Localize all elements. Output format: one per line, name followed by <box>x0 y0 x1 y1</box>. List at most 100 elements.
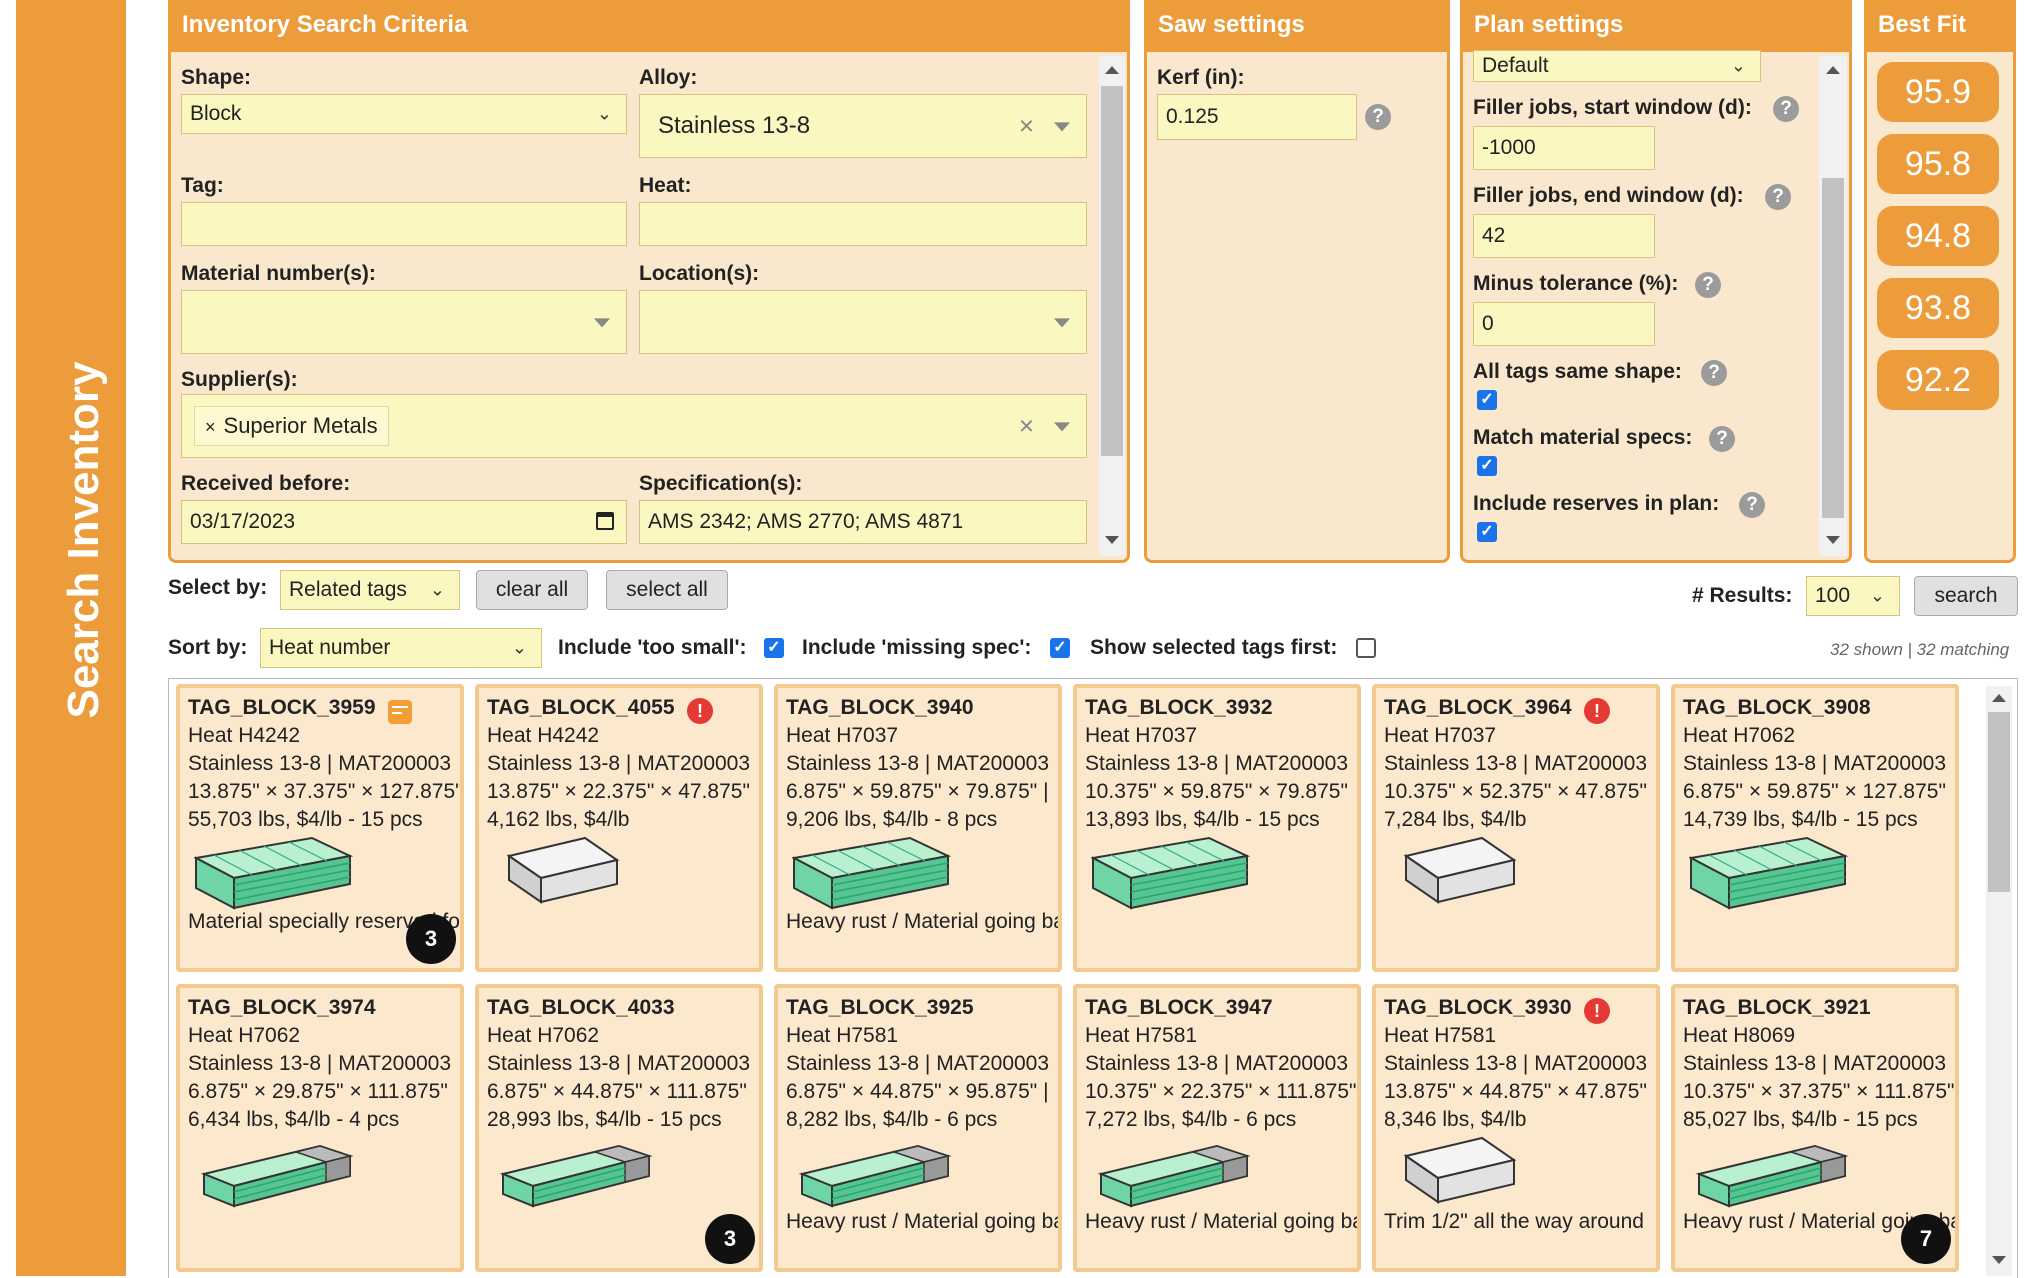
dropdown-arrow-icon[interactable] <box>1054 122 1070 132</box>
results-label: # Results: <box>1692 584 1793 607</box>
scroll-up-arrow-icon[interactable] <box>1105 66 1119 74</box>
clear-all-button[interactable]: clear all <box>476 570 588 610</box>
inventory-card[interactable]: TAG_BLOCK_3940 Heat H7037 Stainless 13-8 |… <box>774 684 1062 972</box>
reserves-checkbox[interactable]: ✓ <box>1477 522 1497 542</box>
shape-select[interactable]: Block ⌄ <box>181 94 627 134</box>
card-heat: Heat H4242 <box>188 724 301 747</box>
scroll-thumb[interactable] <box>1988 712 2010 892</box>
card-material: Stainless 13-8 | MAT200003 <box>1085 752 1349 775</box>
card-heat: Heat H7581 <box>1085 1024 1198 1047</box>
too-small-checkbox[interactable]: ✓ <box>764 638 784 658</box>
inventory-card[interactable]: TAG_BLOCK_3932 Heat H7037 Stainless 13-8 |… <box>1073 684 1361 972</box>
received-label: Received before: <box>181 472 351 495</box>
scroll-down-arrow-icon[interactable] <box>1992 1256 2006 1264</box>
best-fit-score[interactable]: 94.8 <box>1877 206 1999 266</box>
clear-icon[interactable]: × <box>1019 411 1034 442</box>
select-by-select[interactable]: Related tags ⌄ <box>280 570 460 610</box>
card-heat: Heat H7062 <box>1683 724 1796 747</box>
plan-scrollbar[interactable] <box>1819 56 1847 556</box>
minus-tol-input[interactable]: 0 <box>1473 302 1655 346</box>
best-fit-score[interactable]: 92.2 <box>1877 350 1999 410</box>
kerf-input[interactable]: 0.125 <box>1157 94 1357 140</box>
card-tag: TAG_BLOCK_3947 <box>1085 996 1273 1019</box>
help-icon[interactable]: ? <box>1739 492 1765 518</box>
card-dimensions: 13.875" × 37.375" × 127.875" <box>188 780 460 803</box>
selected-first-checkbox[interactable] <box>1356 638 1376 658</box>
dropdown-arrow-icon[interactable] <box>1054 318 1070 328</box>
scroll-thumb[interactable] <box>1822 178 1844 518</box>
card-note: Heavy rust / Material going bad <box>1085 1210 1357 1233</box>
help-icon[interactable]: ? <box>1365 104 1391 130</box>
same-shape-checkbox[interactable]: ✓ <box>1477 390 1497 410</box>
filler-end-input[interactable]: 42 <box>1473 214 1655 258</box>
best-fit-score[interactable]: 95.8 <box>1877 134 1999 194</box>
best-fit-panel: Best Fit 95.9 95.8 94.8 93.8 92.2 <box>1864 0 2016 563</box>
best-fit-score[interactable]: 93.8 <box>1877 278 1999 338</box>
scroll-down-arrow-icon[interactable] <box>1826 536 1840 544</box>
criteria-scrollbar[interactable] <box>1099 56 1125 556</box>
sort-by-select[interactable]: Heat number ⌄ <box>260 628 542 668</box>
shape-label: Shape: <box>181 66 252 89</box>
card-heat: Heat H7037 <box>1085 724 1198 747</box>
inventory-card[interactable]: TAG_BLOCK_4033 Heat H7062 Stainless 13-8 |… <box>475 984 763 1272</box>
card-heat: Heat H7062 <box>188 1024 301 1047</box>
card-heat: Heat H7581 <box>786 1024 899 1047</box>
card-note: Heavy rust / Material going bad <box>786 910 1058 933</box>
inventory-card[interactable]: TAG_BLOCK_3908 Heat H7062 Stainless 13-8 |… <box>1671 684 1959 972</box>
scroll-up-arrow-icon[interactable] <box>1992 694 2006 702</box>
help-icon[interactable]: ? <box>1695 272 1721 298</box>
spec-input[interactable]: AMS 2342; AMS 2770; AMS 4871 <box>639 500 1087 544</box>
chip-remove-icon[interactable]: × <box>205 417 216 437</box>
inventory-card[interactable]: TAG_BLOCK_4055! Heat H4242 Stainless 13-8 … <box>475 684 763 972</box>
card-material: Stainless 13-8 | MAT200003 <box>786 752 1050 775</box>
card-dimensions: 13.875" × 22.375" × 47.875" <box>487 780 750 803</box>
inventory-card[interactable]: TAG_BLOCK_3930! Heat H7581 Stainless 13-8 … <box>1372 984 1660 1272</box>
search-button[interactable]: search <box>1914 576 2018 616</box>
select-all-button[interactable]: select all <box>606 570 728 610</box>
scroll-up-arrow-icon[interactable] <box>1826 66 1840 74</box>
results-select[interactable]: 100 ⌄ <box>1806 576 1900 616</box>
help-icon[interactable]: ? <box>1709 426 1735 452</box>
results-count: 32 shown | 32 matching <box>1830 640 2010 659</box>
block-stack-icon <box>792 836 952 910</box>
clear-icon[interactable]: × <box>1019 111 1034 142</box>
inventory-card[interactable]: TAG_BLOCK_3921 Heat H8069 Stainless 13-8 |… <box>1671 984 1959 1272</box>
card-tag: TAG_BLOCK_3932 <box>1085 696 1273 719</box>
help-icon[interactable]: ? <box>1701 360 1727 386</box>
card-tag: TAG_BLOCK_4055 <box>487 696 675 719</box>
help-icon[interactable]: ? <box>1765 184 1791 210</box>
scroll-down-arrow-icon[interactable] <box>1105 536 1119 544</box>
card-dimensions: 6.875" × 59.875" × 79.875" | <box>786 780 1049 803</box>
inventory-card[interactable]: TAG_BLOCK_3974 Heat H7062 Stainless 13-8 |… <box>176 984 464 1272</box>
card-dimensions: 13.875" × 44.875" × 47.875" <box>1384 1080 1647 1103</box>
inventory-card[interactable]: TAG_BLOCK_3947 Heat H7581 Stainless 13-8 |… <box>1073 984 1361 1272</box>
inventory-card[interactable]: TAG_BLOCK_3925 Heat H7581 Stainless 13-8 |… <box>774 984 1062 1272</box>
inventory-card[interactable]: TAG_BLOCK_3959 Heat H4242 Stainless 13-8 |… <box>176 684 464 972</box>
missing-spec-checkbox[interactable]: ✓ <box>1050 638 1070 658</box>
dropdown-arrow-icon[interactable] <box>1054 422 1070 432</box>
received-date-input[interactable]: 03/17/2023 <box>181 500 627 544</box>
inventory-card[interactable]: TAG_BLOCK_3964! Heat H7037 Stainless 13-8 … <box>1372 684 1660 972</box>
saw-settings-panel: Saw settings Kerf (in): 0.125 ? <box>1144 0 1450 563</box>
material-select[interactable] <box>181 290 627 354</box>
chevron-down-icon: ⌄ <box>1869 585 1885 606</box>
card-dimensions: 10.375" × 59.875" × 79.875" <box>1085 780 1348 803</box>
heat-label: Heat: <box>639 174 692 197</box>
scroll-thumb[interactable] <box>1101 86 1123 456</box>
heat-input[interactable] <box>639 202 1087 246</box>
best-fit-score[interactable]: 95.9 <box>1877 62 1999 122</box>
plan-profile-select[interactable]: Default ⌄ <box>1473 50 1761 82</box>
help-icon[interactable]: ? <box>1773 96 1799 122</box>
filler-start-input[interactable]: -1000 <box>1473 126 1655 170</box>
tag-input[interactable] <box>181 202 627 246</box>
supplier-chip[interactable]: × Superior Metals <box>194 406 389 446</box>
card-material: Stainless 13-8 | MAT200003 <box>786 1052 1050 1075</box>
card-tag: TAG_BLOCK_3974 <box>188 996 376 1019</box>
supplier-select[interactable]: × Superior Metals × <box>181 394 1087 458</box>
calendar-icon[interactable] <box>596 512 614 530</box>
results-scrollbar[interactable] <box>1986 686 2012 1276</box>
location-select[interactable] <box>639 290 1087 354</box>
alloy-select[interactable]: Stainless 13-8 × <box>639 94 1087 158</box>
dropdown-arrow-icon[interactable] <box>594 318 610 328</box>
match-specs-checkbox[interactable]: ✓ <box>1477 456 1497 476</box>
